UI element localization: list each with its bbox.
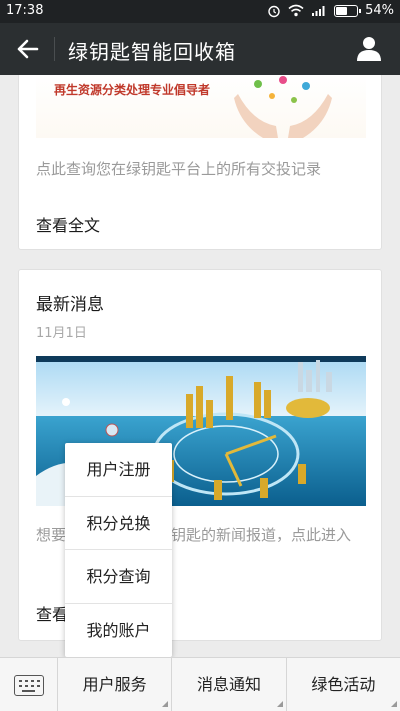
bottom-menu-bar: 用户服务 消息通知 绿色活动 [0, 657, 400, 711]
menu-item-points-query[interactable]: 积分查询 [65, 550, 172, 604]
battery-percent: 54% [365, 3, 394, 18]
tab-label: 消息通知 [196, 675, 261, 694]
news-heading: 最新消息 [36, 295, 104, 315]
content-area[interactable]: 再生资源分类处理专业倡导者 点此查询您在绿钥匙平台上的所有交投记录 查看全文 最… [0, 75, 400, 657]
battery-icon [334, 4, 362, 17]
view-full-text-link[interactable]: 查看全文 [36, 212, 100, 236]
user-service-popup-menu: 用户注册 积分兑换 积分查询 我的账户 [65, 443, 172, 657]
tab-label: 用户服务 [82, 675, 147, 694]
page-title: 绿钥匙智能回收箱 [68, 40, 236, 64]
submenu-indicator-icon [162, 701, 169, 707]
wifi-icon [288, 4, 304, 17]
app-header: 绿钥匙智能回收箱 [0, 23, 400, 75]
header-divider [54, 37, 55, 61]
banner-slogan: 再生资源分类处理专业倡导者 [54, 83, 211, 97]
submenu-indicator-icon [390, 701, 397, 707]
menu-item-user-register[interactable]: 用户注册 [65, 443, 172, 497]
tab-green-activity[interactable]: 绿色活动 [287, 658, 400, 711]
submenu-indicator-icon [276, 701, 283, 707]
status-bar: 17:38 54% [0, 0, 400, 23]
status-icons: 54% [267, 3, 394, 18]
signal-icon [312, 6, 325, 16]
recycling-banner-image[interactable]: 再生资源分类处理专业倡导者 [36, 75, 366, 138]
tab-message-notification[interactable]: 消息通知 [172, 658, 287, 711]
keyboard-icon [14, 675, 44, 696]
menu-item-points-exchange[interactable]: 积分兑换 [65, 497, 172, 550]
tab-user-service[interactable]: 用户服务 [58, 658, 173, 711]
tab-label: 绿色活动 [311, 675, 376, 694]
keyboard-toggle-button[interactable] [0, 658, 58, 711]
status-time: 17:38 [6, 3, 44, 18]
user-profile-icon[interactable] [356, 35, 382, 61]
records-description[interactable]: 点此查询您在绿钥匙平台上的所有交投记录 [36, 158, 321, 179]
alarm-icon [268, 5, 280, 17]
menu-item-my-account[interactable]: 我的账户 [65, 604, 172, 658]
hands-illustration [234, 76, 332, 138]
news-date: 11月1日 [36, 326, 87, 341]
records-card[interactable]: 再生资源分类处理专业倡导者 点此查询您在绿钥匙平台上的所有交投记录 查看全文 [18, 75, 382, 250]
back-arrow-icon[interactable] [14, 35, 42, 63]
